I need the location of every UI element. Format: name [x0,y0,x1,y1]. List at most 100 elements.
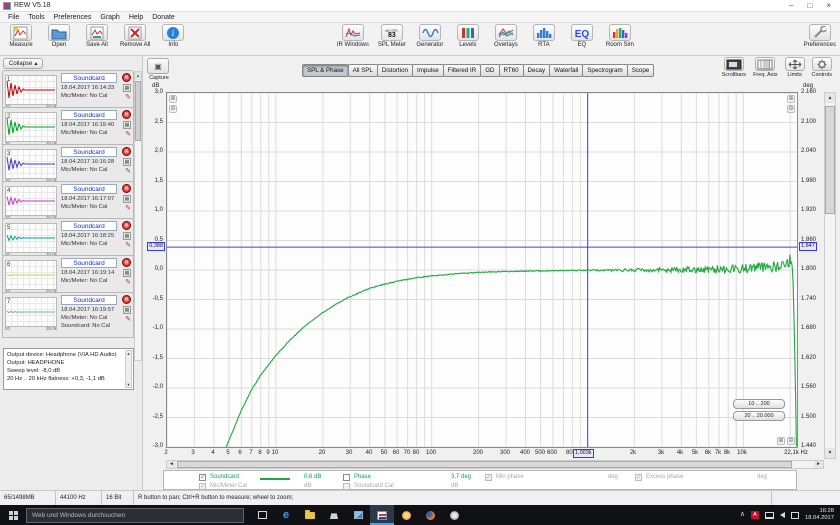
maximize-button[interactable]: □ [807,1,812,11]
zoom-in-icon[interactable]: ⊕ [777,437,785,445]
scroll-down-icon[interactable]: ▼ [825,448,835,458]
zoom-out-icon[interactable]: ⊖ [169,105,177,113]
tab-rt60[interactable]: RT60 [499,64,524,77]
measurement-item-2[interactable]: 22020.0kSoundcard✕18.04.2017 16:15:40Mic… [2,107,134,145]
trace-options-icon[interactable]: ▦ [123,84,131,92]
open-button[interactable]: Open [44,24,74,48]
taskbar-search-input[interactable]: Web und Windows durchsuchen [26,508,244,523]
taskbar-app-explorer[interactable] [298,505,322,525]
scrollbar-thumb[interactable] [177,461,792,468]
zoom-out-icon[interactable]: ⊖ [787,105,795,113]
tab-distortion[interactable]: Distortion [377,64,413,77]
excess-phase-checkbox[interactable] [635,474,642,481]
measurement-title-input[interactable]: Soundcard [61,184,117,194]
generator-button[interactable]: Generator [415,24,445,48]
delete-measurement-icon[interactable]: ✕ [122,258,131,267]
capture-button[interactable]: ▣ [147,58,169,74]
menu-item-tools[interactable]: Tools [24,14,48,21]
scroll-up-icon[interactable]: ▲ [135,72,141,80]
tab-gd[interactable]: GD [480,64,499,77]
zoom-in-icon[interactable]: ⊕ [787,95,795,103]
tab-waterfall[interactable]: Waterfall [549,64,583,77]
freqaxis-button[interactable]: Freq. Axis [753,57,777,78]
trace-adjust-icon[interactable]: ✎ [125,242,131,249]
adobe-tray-icon[interactable]: A [751,511,759,519]
taskbar-clock[interactable]: 16:28 18.04.2017 [805,508,834,522]
freq-range-button-20-20000[interactable]: 20 .. 20.000 [733,411,785,421]
info-scrollbar[interactable]: ▲▼ [125,350,132,388]
scroll-right-icon[interactable]: ► [814,461,823,468]
trace-adjust-icon[interactable]: ✎ [125,316,131,323]
trace-options-icon[interactable]: ▦ [123,306,131,314]
tab-spectrogram[interactable]: Spectrogram [582,64,627,77]
trace-options-icon[interactable]: ▦ [123,158,131,166]
trace-adjust-icon[interactable]: ✎ [125,279,131,286]
removeall-button[interactable]: Remove All [120,24,150,48]
preferences-button[interactable]: Preferences [804,24,836,48]
trace-options-icon[interactable]: ▦ [123,269,131,277]
taskbar-app-store[interactable] [322,505,346,525]
scroll-up-icon[interactable]: ▲ [825,93,835,103]
scroll-left-icon[interactable]: ◄ [167,461,176,468]
vertical-scrollbar[interactable]: ▲ ▼ [824,92,836,459]
info-button[interactable]: iInfo [158,24,188,48]
start-button[interactable] [0,505,26,525]
soundcard-cal-checkbox[interactable] [343,483,350,490]
taskbar-app-edge[interactable]: e [274,505,298,525]
menu-item-graph[interactable]: Graph [96,14,123,21]
min-phase-checkbox[interactable] [485,474,492,481]
delete-measurement-icon[interactable]: ✕ [122,73,131,82]
sidebar-scrollbar[interactable]: ▲ [134,71,142,361]
measurement-title-input[interactable]: Soundcard [61,221,117,231]
trace-options-icon[interactable]: ▦ [123,121,131,129]
taskbar-app-steam[interactable] [442,505,466,525]
delete-measurement-icon[interactable]: ✕ [122,184,131,193]
zoom-out-icon[interactable]: ⊖ [787,437,795,445]
taskbar-app-rew[interactable] [370,505,394,525]
tab-impulse[interactable]: Impulse [412,64,444,77]
measurement-item-1[interactable]: 12020.0kSoundcard✕18.04.2017 16:14:33Mic… [2,70,134,108]
close-button[interactable]: × [826,1,831,11]
delete-measurement-icon[interactable]: ✕ [122,221,131,230]
measurement-title-input[interactable]: Soundcard [61,147,117,157]
taskbar-app-game[interactable] [394,505,418,525]
menu-item-help[interactable]: Help [125,14,147,21]
trace-adjust-icon[interactable]: ✎ [125,168,131,175]
measurement-item-3[interactable]: 32020.0kSoundcard✕18.04.2017 16:16:28Mic… [2,144,134,182]
trace-adjust-icon[interactable]: ✎ [125,94,131,101]
rta-button[interactable]: RTA [529,24,559,48]
collapse-button[interactable]: Collapse ▴ [3,58,43,69]
saveall-button[interactable]: Save All [82,24,112,48]
menu-item-preferences[interactable]: Preferences [50,14,96,21]
measurement-title-input[interactable]: Soundcard [61,110,117,120]
measurement-title-input[interactable]: Soundcard [61,73,117,83]
hidden-icons-chevron[interactable]: ∧ [740,511,745,519]
trace-adjust-icon[interactable]: ✎ [125,131,131,138]
mic-meter-cal-checkbox[interactable] [199,483,206,490]
eq-button[interactable]: EQEQ [567,24,597,48]
soundcard-checkbox[interactable] [199,474,206,481]
measurement-item-6[interactable]: 62020.0kSoundcard✕18.04.2017 16:19:14Mic… [2,255,134,293]
measure-button[interactable]: Measure [6,24,36,48]
roomsim-button[interactable]: Room Sim [605,24,635,48]
scrollbar-thumb[interactable] [135,81,141,141]
taskbar-app-photos[interactable] [346,505,370,525]
tab-decay[interactable]: Decay [523,64,551,77]
menu-item-donate[interactable]: Donate [148,14,179,21]
measurement-item-7[interactable]: 72020.0kSoundcard✕18.04.2017 16:19:57Mic… [2,292,134,338]
speaker-icon[interactable] [780,512,785,518]
freq-range-button-10-200[interactable]: 10 .. 200 [733,399,785,409]
delete-measurement-icon[interactable]: ✕ [122,110,131,119]
levels-button[interactable]: Levels [453,24,483,48]
overlays-button[interactable]: Overlays [491,24,521,48]
trace-adjust-icon[interactable]: ✎ [125,205,131,212]
trace-options-icon[interactable]: ▦ [123,232,131,240]
controls-button[interactable]: Controls [812,57,832,78]
network-icon[interactable] [765,512,774,519]
scrollbars-button[interactable]: Scrollbars [722,57,746,78]
splmeter-button[interactable]: dB SPL83SPL Meter [377,24,407,48]
irwindows-button[interactable]: IR Windows [337,24,369,48]
tab-filtered-ir[interactable]: Filtered IR [443,64,482,77]
trace-options-icon[interactable]: ▦ [123,195,131,203]
measurement-item-4[interactable]: 42020.0kSoundcard✕18.04.2017 16:17:07Mic… [2,181,134,219]
